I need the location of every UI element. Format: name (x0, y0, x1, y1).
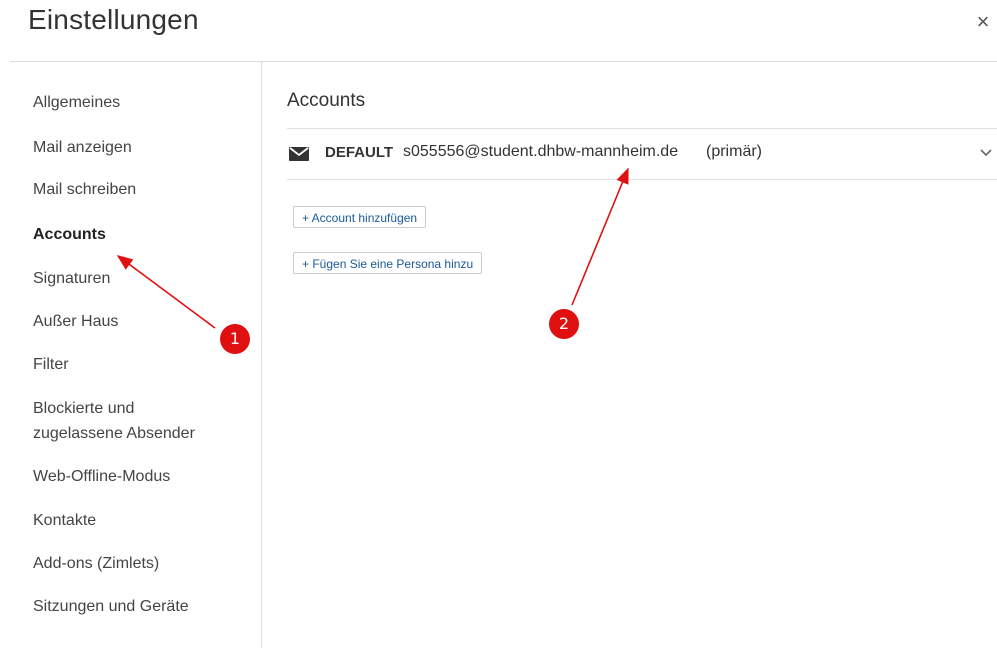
sidebar-item-allgemeines[interactable]: Allgemeines (33, 92, 120, 114)
account-primary-tag: (primär) (706, 143, 762, 160)
header-divider (10, 61, 997, 62)
add-account-button[interactable]: + Account hinzufügen (293, 206, 427, 228)
settings-dialog: Einstellungen × Allgemeines Mail anzeige… (0, 0, 997, 648)
sidebar-item-accounts[interactable]: Accounts (33, 224, 106, 246)
add-persona-button[interactable]: + Fügen Sie eine Persona hinzu (293, 252, 483, 274)
account-email: s055556@student.dhbw-mannheim.de (403, 143, 679, 160)
sidebar-item-blockierte-line1[interactable]: Blockierte und (33, 398, 134, 420)
sidebar-item-kontakte[interactable]: Kontakte (33, 510, 96, 532)
sidebar-item-filter[interactable]: Filter (33, 354, 69, 376)
chevron-down-icon[interactable] (979, 148, 993, 158)
mail-icon (289, 147, 309, 161)
annotation-arrow-2 (571, 167, 629, 306)
sidebar-item-signaturen[interactable]: Signaturen (33, 268, 110, 290)
sidebar-item-sitzungen[interactable]: Sitzungen und Geräte (33, 596, 189, 618)
dialog-title: Einstellungen (28, 4, 199, 35)
sidebar-item-mail-anzeigen[interactable]: Mail anzeigen (33, 137, 132, 159)
sidebar-item-mail-schreiben[interactable]: Mail schreiben (33, 179, 136, 201)
annotation-marker-1: 1 (220, 324, 250, 354)
sidebar-item-blockierte-line2[interactable]: zugelassene Absender (33, 423, 195, 445)
section-title: Accounts (287, 90, 366, 111)
sidebar-item-web-offline-modus[interactable]: Web-Offline-Modus (33, 466, 170, 488)
annotation-marker-2: 2 (549, 309, 579, 339)
sidebar-divider (261, 62, 262, 648)
close-icon[interactable]: × (973, 10, 993, 34)
sidebar-item-ausser-haus[interactable]: Außer Haus (33, 311, 118, 333)
annotation-arrow-1 (116, 255, 216, 329)
annotation-arrows (116, 167, 629, 329)
sidebar-item-add-ons[interactable]: Add-ons (Zimlets) (33, 553, 159, 575)
account-name: DEFAULT (325, 144, 394, 161)
account-row-default[interactable]: DEFAULT s055556@student.dhbw-mannheim.de… (287, 128, 997, 180)
